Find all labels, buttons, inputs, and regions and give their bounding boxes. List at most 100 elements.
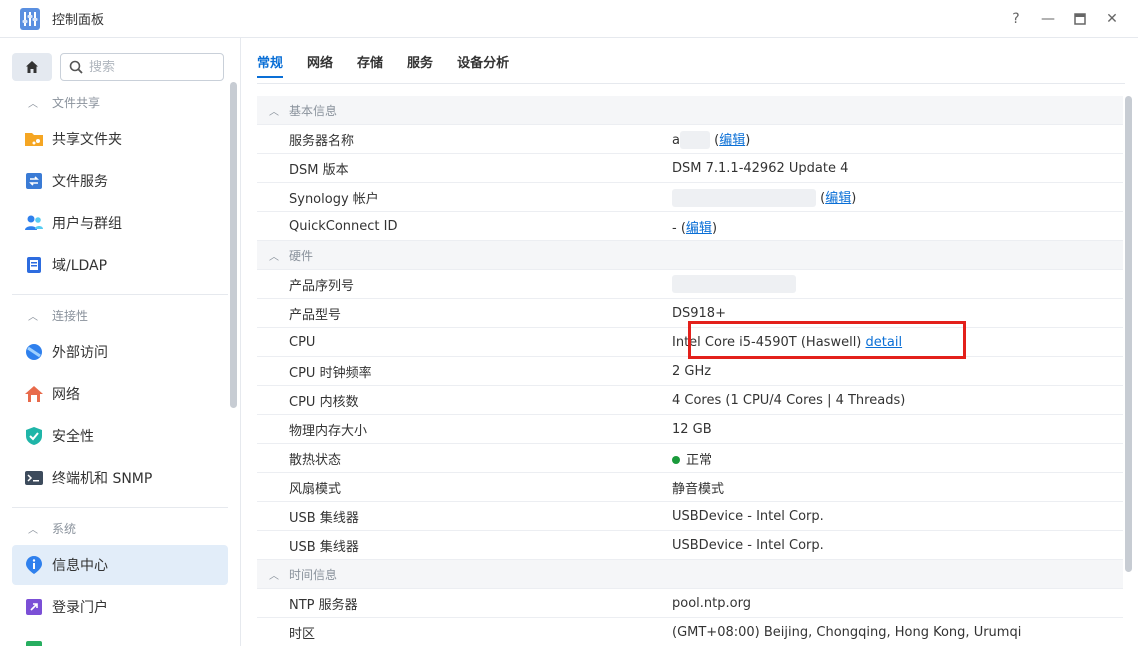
home-button[interactable] [12,53,52,81]
row-label: DSM 版本 [289,162,349,178]
redacted-block [679,131,710,150]
section-hardware[interactable]: ︿ 硬件 [257,241,1123,270]
home-icon [26,61,38,73]
sidebar-item-shared-folder[interactable]: 共享文件夹 [12,119,228,159]
row-label: CPU 时钟频率 [289,365,372,381]
section-label: 文件共享 [52,95,101,110]
section-label: 系统 [52,521,77,536]
edit-quickconnect-link[interactable]: 编辑 [686,221,712,236]
external-access-icon [24,342,44,362]
shared-folder-icon [24,129,44,149]
sidebar-item-info-center[interactable]: 信息中心 [12,545,228,585]
sidebar-item-file-services[interactable]: 文件服务 [12,161,228,201]
sidebar-item-security[interactable]: 安全性 [12,416,228,456]
sidebar-item-label: 网络 [52,387,80,403]
row-value: USBDevice - Intel Corp. [672,508,824,524]
tab-general[interactable]: 常规 [257,38,284,84]
row-label: 产品序列号 [289,278,355,294]
sidebar-item-partial[interactable] [12,629,228,646]
row-label: 时区 [289,626,316,642]
edit-synology-account-link[interactable]: 编辑 [825,191,851,206]
cpu-detail-link[interactable]: detail [866,335,903,350]
tab-network[interactable]: 网络 [307,38,333,84]
maximize-icon [1074,13,1086,25]
cpu-value: Intel Core i5-4590T (Haswell) [672,334,862,350]
sidebar-toolbar [12,53,224,81]
sidebar-item-terminal-snmp[interactable]: 终端机和 SNMP [12,458,228,498]
window-controls: ? — ✕ [1000,0,1128,38]
tab-device-analytics[interactable]: 设备分析 [457,38,509,84]
row-value: 2 GHz [672,363,712,379]
row-label: NTP 服务器 [289,597,358,613]
row-value: 静音模式 [672,481,725,497]
sidebar-divider [12,294,228,295]
main-scrollbar[interactable] [1125,96,1132,572]
sidebar-item-label: 安全性 [52,429,94,445]
sidebar-scrollbar[interactable] [230,82,237,408]
row-label: 风扇模式 [289,481,342,497]
table-row-cpu-clock: CPU 时钟频率 2 GHz [257,357,1123,386]
redacted-block [672,275,796,293]
table-row-usb-hub-1: USB 集线器 USBDevice - Intel Corp. [257,502,1123,531]
section-time-info[interactable]: ︿ 时间信息 [257,560,1123,589]
search-input[interactable] [89,59,209,75]
sidebar-item-external-access[interactable]: 外部访问 [12,332,228,372]
table-row-quickconnect: QuickConnect ID - (编辑) [257,212,1123,241]
user-group-icon [24,213,44,233]
server-name-value: a [672,132,680,148]
row-label: 散热状态 [289,452,342,468]
sidebar: ︿ 文件共享 共享文件夹 文件服务 用户与群组 域/LDAP ︿ 连接性 外部访… [0,38,241,646]
info-icon [24,555,44,575]
row-value: Intel Core i5-4590T (Haswell) detail [672,335,902,350]
table-row-fan-mode: 风扇模式 静音模式 [257,473,1123,502]
table-row-model: 产品型号 DS918+ [257,299,1123,328]
terminal-icon [24,468,44,488]
table-row-cpu: CPU Intel Core i5-4590T (Haswell) detail [257,328,1123,357]
sidebar-item-login-portal[interactable]: 登录门户 [12,587,228,627]
title-bar: 控制面板 ? — ✕ [0,0,1138,38]
section-label: 连接性 [52,308,89,323]
sidebar-item-label: 登录门户 [52,600,108,616]
table-row-memory: 物理内存大小 12 GB [257,415,1123,444]
row-label: 服务器名称 [289,133,355,149]
row-value: DSM 7.1.1-42962 Update 4 [672,160,849,176]
row-value: pool.ntp.org [672,595,751,611]
edit-server-name-link[interactable]: 编辑 [719,133,745,148]
section-label: 时间信息 [289,567,338,582]
table-row-synology-account: Synology 帐户 (编辑) [257,183,1123,212]
file-services-icon [24,171,44,191]
sidebar-item-user-group[interactable]: 用户与群组 [12,203,228,243]
row-value: 正常 [672,449,712,468]
section-system[interactable]: ︿ 系统 [28,518,76,538]
chevron-up-icon: ︿ [28,98,38,110]
section-basic-info[interactable]: ︿ 基本信息 [257,96,1123,125]
section-file-sharing[interactable]: ︿ 文件共享 [28,92,100,112]
table-row-dsm-version: DSM 版本 DSM 7.1.1-42962 Update 4 [257,154,1123,183]
row-label: USB 集线器 [289,539,359,555]
sidebar-item-label: 域/LDAP [52,258,108,274]
sidebar-item-label: 文件服务 [52,174,108,190]
tab-storage[interactable]: 存储 [357,38,383,84]
chevron-up-icon: ︿ [28,311,38,323]
row-value [672,275,796,293]
redacted-block [672,189,816,208]
row-value: USBDevice - Intel Corp. [672,537,824,553]
help-button[interactable]: ? [1000,0,1032,38]
sidebar-item-network[interactable]: 网络 [12,374,228,414]
tab-bar: 常规 网络 存储 服务 设备分析 [257,38,533,84]
section-connectivity[interactable]: ︿ 连接性 [28,305,88,325]
row-value: (编辑) [672,187,856,208]
row-value: a (编辑) [672,131,751,150]
sidebar-divider [12,507,228,508]
thermal-status-value: 正常 [686,452,713,468]
search-field[interactable] [60,53,224,81]
table-row-server-name: 服务器名称 a (编辑) [257,125,1123,154]
sidebar-item-domain-ldap[interactable]: 域/LDAP [12,245,228,285]
tab-service[interactable]: 服务 [407,38,433,84]
row-value: - (编辑) [672,220,718,236]
close-button[interactable]: ✕ [1096,0,1128,38]
main-panel: 常规 网络 存储 服务 设备分析 ︿ 基本信息 服务器名称 a (编辑) DSM… [241,38,1138,646]
row-label: Synology 帐户 [289,191,379,207]
maximize-button[interactable] [1064,0,1096,38]
minimize-button[interactable]: — [1032,0,1064,38]
